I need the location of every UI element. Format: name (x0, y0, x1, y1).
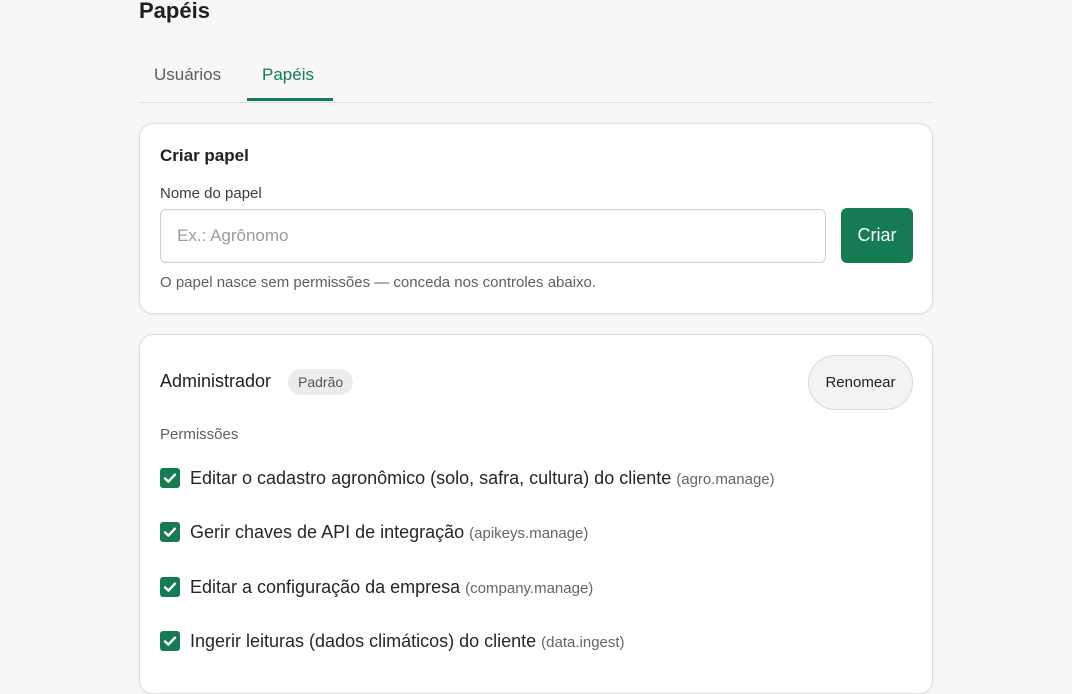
checkmark-icon (163, 527, 177, 537)
create-role-button[interactable]: Criar (841, 208, 913, 263)
tab-papeis[interactable]: Papéis (247, 48, 333, 101)
permission-checkbox[interactable] (160, 468, 180, 488)
create-role-title: Criar papel (160, 146, 249, 165)
permission-name: Editar o cadastro agronômico (solo, safr… (190, 468, 672, 488)
permissions-heading: Permissões (160, 426, 239, 443)
default-role-badge: Padrão (288, 369, 354, 395)
role-card-administrador: Administrador Padrão Renomear Permissões… (139, 334, 933, 694)
page-title: Papéis (139, 0, 210, 23)
checkmark-icon (163, 582, 177, 592)
checkmark-icon (163, 473, 177, 483)
checkmark-icon (163, 636, 177, 646)
role-name: Administrador (160, 371, 272, 391)
permission-code: (data.ingest) (541, 634, 625, 651)
permission-checkbox[interactable] (160, 577, 180, 597)
permission-label: Ingerir leituras (dados climáticos) do c… (190, 629, 625, 655)
permission-label: Editar a configuração da empresa (company… (190, 575, 593, 601)
permission-checkbox[interactable] (160, 522, 180, 542)
permission-name: Gerir chaves de API de integração (190, 522, 465, 542)
permission-name: Ingerir leituras (dados climáticos) do c… (190, 631, 537, 651)
permission-label: Gerir chaves de API de integração (apikey… (190, 520, 588, 546)
create-role-hint: O papel nasce sem permissões — conceda n… (160, 274, 597, 291)
permission-code: (agro.manage) (676, 471, 775, 488)
tab-bar: Usuários Papéis (139, 48, 933, 103)
role-name-label: Nome do papel (160, 185, 262, 202)
permission-checkbox[interactable] (160, 631, 180, 651)
permission-label: Editar o cadastro agronômico (solo, safr… (190, 466, 775, 492)
permission-code: (apikeys.manage) (469, 525, 589, 542)
permission-code: (company.manage) (465, 580, 594, 597)
rename-role-button[interactable]: Renomear (808, 355, 913, 410)
create-role-card: Criar papel Nome do papel Criar O papel … (139, 123, 933, 314)
tab-usuarios[interactable]: Usuários (139, 48, 246, 101)
role-name-input[interactable] (160, 209, 826, 263)
permission-name: Editar a configuração da empresa (190, 577, 461, 597)
